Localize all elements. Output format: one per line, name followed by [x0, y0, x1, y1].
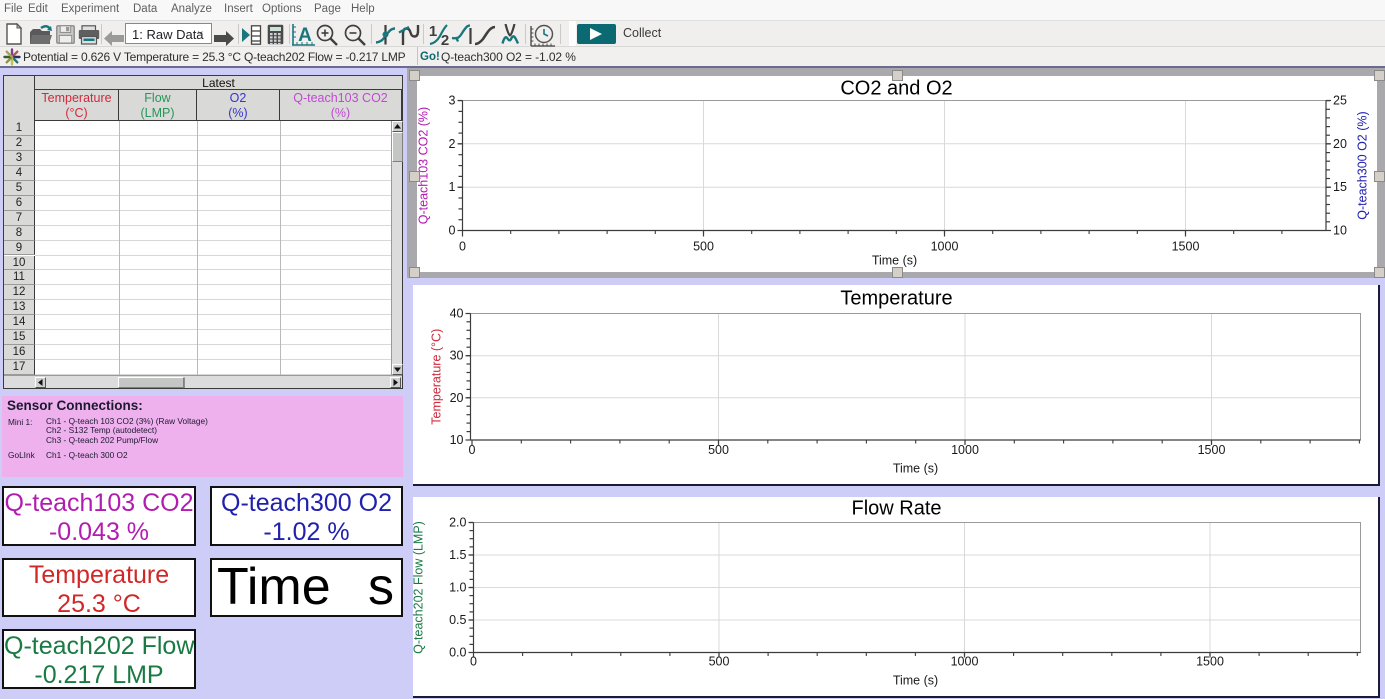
svg-text:1: 1 [429, 24, 437, 40]
svg-text:2: 2 [449, 137, 456, 151]
svg-text:2.0: 2.0 [449, 516, 466, 530]
svg-text:15: 15 [1333, 180, 1347, 194]
svg-text:Time (s): Time (s) [893, 462, 938, 476]
svg-text:Q-teach202 Flow (LMP): Q-teach202 Flow (LMP) [413, 521, 426, 654]
svg-text:20: 20 [450, 391, 464, 405]
svg-text:30: 30 [450, 349, 464, 363]
svg-text:1500: 1500 [1198, 443, 1226, 457]
svg-text:Q-teach300 O2 (%): Q-teach300 O2 (%) [1356, 111, 1370, 219]
svg-text:0.5: 0.5 [449, 613, 466, 627]
svg-text:3: 3 [449, 94, 456, 108]
svg-text:0: 0 [470, 655, 477, 669]
svg-text:Time (s): Time (s) [893, 674, 938, 688]
svg-text:0.0: 0.0 [449, 646, 466, 660]
svg-text:0: 0 [469, 443, 476, 457]
svg-text:0: 0 [449, 224, 456, 238]
svg-text:0: 0 [459, 240, 466, 254]
svg-text:500: 500 [708, 443, 729, 457]
svg-text:1: 1 [449, 180, 456, 194]
svg-text:Q-teach103 CO2 (%): Q-teach103 CO2 (%) [417, 107, 431, 224]
svg-text:A: A [298, 25, 312, 46]
svg-text:1000: 1000 [951, 443, 979, 457]
svg-text:Temperature: Temperature [840, 288, 952, 310]
svg-text:1500: 1500 [1196, 655, 1224, 669]
svg-text:10: 10 [1333, 224, 1347, 238]
svg-text:500: 500 [709, 655, 730, 669]
svg-text:20: 20 [1333, 137, 1347, 151]
svg-text:40: 40 [450, 307, 464, 321]
svg-text:1.0: 1.0 [449, 581, 466, 595]
svg-text:1000: 1000 [931, 240, 959, 254]
svg-text:Time (s): Time (s) [872, 254, 917, 268]
svg-text:1000: 1000 [951, 655, 979, 669]
svg-text:25: 25 [1333, 94, 1347, 108]
svg-text:10: 10 [450, 433, 464, 447]
svg-text:1.5: 1.5 [449, 548, 466, 562]
svg-text:1500: 1500 [1172, 240, 1200, 254]
svg-text:Flow Rate: Flow Rate [851, 498, 941, 520]
svg-text:Temperature (°C): Temperature (°C) [430, 329, 444, 425]
svg-text:500: 500 [693, 240, 714, 254]
svg-text:2: 2 [441, 32, 449, 46]
